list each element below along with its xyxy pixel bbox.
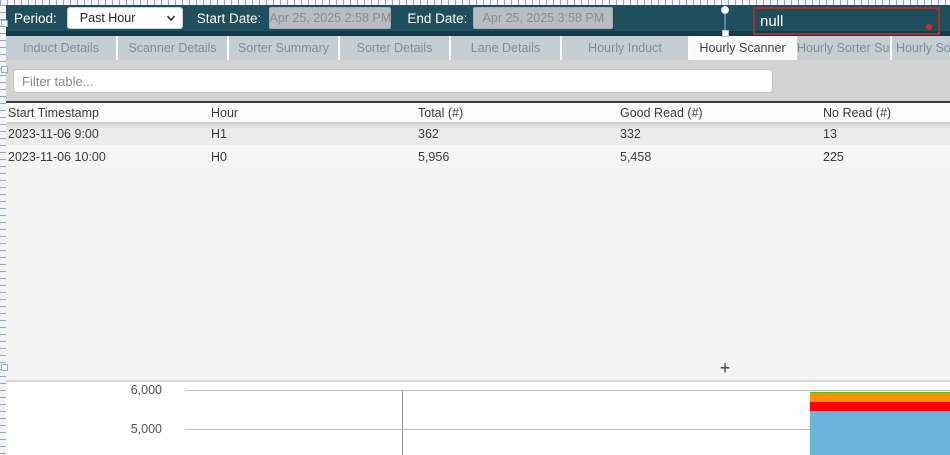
table-body-empty	[6, 168, 950, 380]
screenshot-root: { "toolbar": { "period_label": "Period:"…	[0, 0, 950, 455]
overlay-null-text: null	[760, 13, 783, 30]
period-select[interactable]: Past Hour	[67, 7, 183, 29]
caret-handle-top[interactable]	[721, 6, 729, 14]
y-axis-tick-label: 6,000	[6, 383, 162, 397]
cell-no-read: 225	[823, 145, 844, 168]
caret-handle-bottom[interactable]	[722, 30, 729, 37]
caret-line	[724, 11, 726, 31]
bar-segment-red-segment	[810, 402, 950, 411]
end-date-value: Apr 25, 2025 3:58 PM	[483, 11, 605, 25]
tab-sorter-details[interactable]: Sorter Details	[340, 36, 449, 60]
ruler-handle[interactable]	[1, 66, 8, 73]
ruler-handle[interactable]	[1, 364, 8, 371]
start-date-label: Start Date:	[197, 11, 262, 26]
table-row: 2023-11-06 10:00 H0 5,956 5,458 225	[6, 145, 950, 168]
column-header-good-read[interactable]: Good Read (#)	[620, 103, 703, 122]
cell-start-timestamp: 2023-11-06 10:00	[8, 145, 106, 168]
period-select-value: Past Hour	[80, 11, 166, 25]
filter-bar	[6, 60, 950, 101]
overlay-null-field[interactable]: null	[753, 7, 940, 35]
tab-sorter-summary[interactable]: Sorter Summary	[229, 36, 338, 60]
start-date-input[interactable]: Apr 25, 2025 2:58 PM	[269, 7, 391, 29]
cell-no-read: 13	[823, 122, 837, 145]
start-date-value: Apr 25, 2025 2:58 PM	[270, 11, 392, 25]
tab-hourly-sorter-summary[interactable]: Hourly Sorter Summary	[797, 36, 890, 60]
ruler-handle[interactable]	[1, 20, 8, 27]
end-date-input[interactable]: Apr 25, 2025 3:58 PM	[473, 7, 613, 29]
record-dot-icon	[926, 24, 932, 30]
chart-area: 6,000 5,000	[6, 382, 950, 455]
tab-hourly-sorter-details[interactable]: Hourly Sorter Details	[892, 36, 950, 60]
cell-total: 5,956	[418, 145, 449, 168]
table-row: 2023-11-06 9:00 H1 362 332 13	[6, 122, 950, 145]
column-header-total[interactable]: Total (#)	[418, 103, 463, 122]
cell-good-read: 332	[620, 122, 641, 145]
cell-start-timestamp: 2023-11-06 9:00	[8, 122, 99, 145]
end-date-label: End Date:	[407, 11, 467, 26]
column-header-no-read[interactable]: No Read (#)	[823, 103, 891, 122]
bar-segment-orange-segment	[810, 393, 950, 402]
cell-good-read: 5,458	[620, 145, 651, 168]
y-axis-tick-label: 5,000	[6, 422, 162, 436]
tab-hourly-scanner[interactable]: Hourly Scanner	[690, 36, 795, 60]
app-window: Period: Past Hour Start Date: Apr 25, 20…	[6, 5, 950, 455]
plus-crosshair-icon: +	[717, 360, 733, 376]
column-header-hour[interactable]: Hour	[211, 103, 238, 122]
bar-segment-blue-segment	[810, 411, 950, 455]
chevron-down-icon	[166, 13, 176, 23]
tab-hourly-induct[interactable]: Hourly Induct	[562, 36, 688, 60]
tab-scanner-details[interactable]: Scanner Details	[118, 36, 227, 60]
table-header-row: Start Timestamp Hour Total (#) Good Read…	[6, 103, 950, 122]
chart-vertical-gridline	[402, 390, 403, 455]
period-label: Period:	[14, 11, 57, 26]
cell-hour: H0	[211, 145, 227, 168]
filter-input[interactable]	[13, 69, 773, 93]
cell-total: 362	[418, 122, 439, 145]
bar-segment-green-segment	[810, 392, 950, 393]
tab-induct-details[interactable]: Induct Details	[6, 36, 116, 60]
column-header-start-timestamp[interactable]: Start Timestamp	[8, 103, 99, 122]
tab-lane-details[interactable]: Lane Details	[451, 36, 560, 60]
tab-bar: Induct Details Scanner Details Sorter Su…	[6, 36, 950, 60]
chart-gridline	[185, 390, 950, 391]
cell-hour: H1	[211, 122, 227, 145]
